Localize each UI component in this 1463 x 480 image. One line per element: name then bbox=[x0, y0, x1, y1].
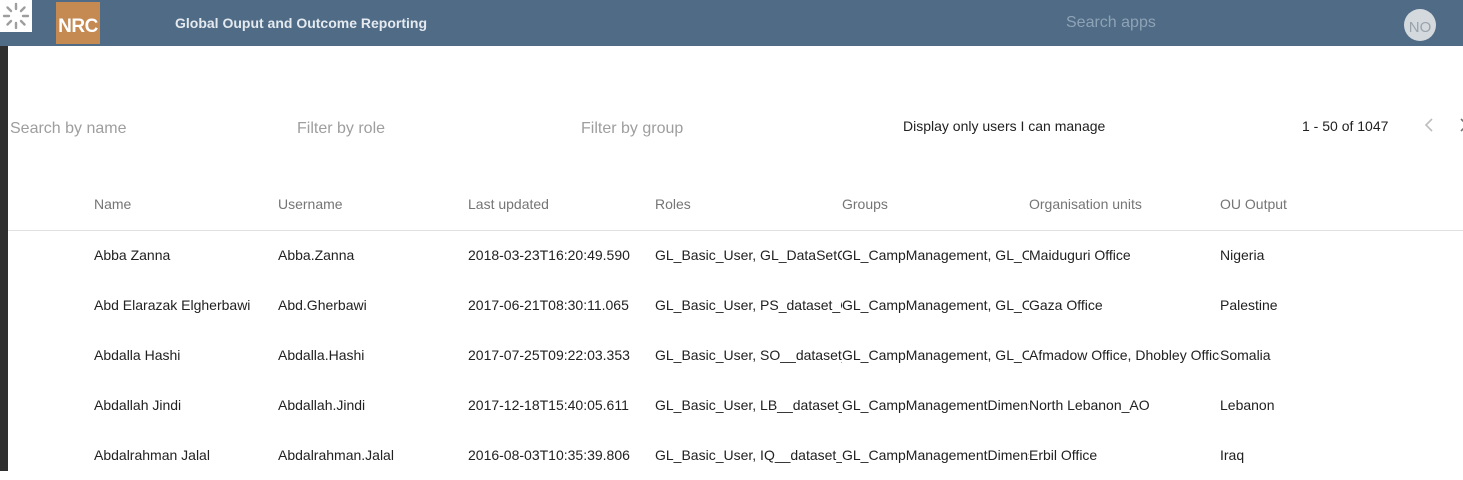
chevron-left-icon[interactable] bbox=[1422, 115, 1436, 135]
table-row[interactable]: Abdallah Jindi Abdallah.Jindi 2017-12-18… bbox=[8, 380, 1463, 430]
cell-roles: GL_Basic_User, GL_DataSetCo bbox=[655, 247, 842, 263]
cell-organisation-units: Maiduguri Office bbox=[1029, 247, 1131, 263]
app-title: Global Ouput and Outcome Reporting bbox=[175, 15, 427, 31]
column-header-last-updated[interactable]: Last updated bbox=[468, 196, 549, 212]
cell-username: Abdalrahman.Jalal bbox=[278, 447, 394, 463]
cell-name: Abdalrahman Jalal bbox=[94, 447, 210, 463]
cell-ou-output: Nigeria bbox=[1220, 247, 1265, 263]
cell-ou-output: Lebanon bbox=[1220, 397, 1275, 413]
cell-ou-output: Palestine bbox=[1220, 297, 1278, 313]
cell-groups: GL_CampManagement, GL_Ca bbox=[842, 247, 1029, 263]
cell-username: Abdalla.Hashi bbox=[278, 347, 365, 363]
column-header-ou-output[interactable]: OU Output bbox=[1220, 196, 1287, 212]
loading-spinner-icon bbox=[0, 0, 32, 32]
column-header-username[interactable]: Username bbox=[278, 196, 343, 212]
nrc-logo[interactable]: NRC bbox=[56, 2, 100, 44]
table-row[interactable]: Abba Zanna Abba.Zanna 2018-03-23T16:20:4… bbox=[8, 230, 1463, 280]
table-row[interactable]: Abdalla Hashi Abdalla.Hashi 2017-07-25T0… bbox=[8, 330, 1463, 380]
cell-name: Abdalla Hashi bbox=[94, 347, 181, 363]
cell-name: Abba Zanna bbox=[94, 247, 171, 263]
cell-last-updated: 2017-12-18T15:40:05.611 bbox=[468, 397, 629, 413]
cell-roles: GL_Basic_User, SO__dataset_e bbox=[655, 347, 842, 363]
search-apps-input[interactable] bbox=[1060, 10, 1292, 36]
cell-username: Abba.Zanna bbox=[278, 247, 355, 263]
column-header-organisation-units[interactable]: Organisation units bbox=[1029, 196, 1142, 212]
display-manageable-users-toggle[interactable]: Display only users I can manage bbox=[903, 118, 1105, 134]
cell-username: Abdallah.Jindi bbox=[278, 397, 366, 413]
profile-avatar[interactable]: NO bbox=[1404, 9, 1436, 41]
cell-last-updated: 2016-08-03T10:35:39.806 bbox=[468, 447, 630, 463]
column-header-name[interactable]: Name bbox=[94, 196, 131, 212]
left-border bbox=[0, 46, 8, 471]
search-by-name-input[interactable] bbox=[10, 112, 240, 146]
cell-roles: GL_Basic_User, LB__dataset_e bbox=[655, 397, 842, 413]
cell-groups: GL_CampManagement, GL_Ca bbox=[842, 297, 1029, 313]
user-list-panel: Display only users I can manage 1 - 50 o… bbox=[8, 46, 1463, 471]
cell-last-updated: 2017-07-25T09:22:03.353 bbox=[468, 347, 630, 363]
cell-name: Abd Elarazak Elgherbawi bbox=[94, 297, 251, 313]
filter-by-role-input[interactable] bbox=[297, 112, 527, 146]
chevron-right-icon[interactable] bbox=[1457, 115, 1463, 135]
filter-by-group-input[interactable] bbox=[581, 112, 811, 146]
cell-organisation-units: Erbil Office bbox=[1029, 447, 1098, 463]
cell-organisation-units: North Lebanon_AO bbox=[1029, 397, 1150, 413]
cell-ou-output: Iraq bbox=[1220, 447, 1245, 463]
table-row[interactable]: Abdalrahman Jalal Abdalrahman.Jalal 2016… bbox=[8, 430, 1463, 480]
cell-last-updated: 2017-06-21T08:30:11.065 bbox=[468, 297, 629, 313]
cell-username: Abd.Gherbawi bbox=[278, 297, 367, 313]
cell-ou-output: Somalia bbox=[1220, 347, 1271, 363]
table-row[interactable]: Abd Elarazak Elgherbawi Abd.Gherbawi 201… bbox=[8, 280, 1463, 330]
cell-roles: GL_Basic_User, IQ__dataset_c bbox=[655, 447, 842, 463]
column-header-groups[interactable]: Groups bbox=[842, 196, 888, 212]
cell-organisation-units: Afmadow Office, Dhobley Office bbox=[1029, 347, 1220, 363]
cell-groups: GL_CampManagement, GL_Ca bbox=[842, 347, 1029, 363]
app-header: NRC Global Ouput and Outcome Reporting N… bbox=[0, 0, 1463, 46]
column-header-roles[interactable]: Roles bbox=[655, 196, 691, 212]
cell-groups: GL_CampManagementDimens bbox=[842, 447, 1029, 463]
pagination-label: 1 - 50 of 1047 bbox=[1302, 118, 1389, 134]
cell-groups: GL_CampManagementDimens bbox=[842, 397, 1029, 413]
cell-last-updated: 2018-03-23T16:20:49.590 bbox=[468, 247, 630, 263]
cell-name: Abdallah Jindi bbox=[94, 397, 182, 413]
cell-roles: GL_Basic_User, PS_dataset_Cl bbox=[655, 297, 842, 313]
cell-organisation-units: Gaza Office bbox=[1029, 297, 1103, 313]
